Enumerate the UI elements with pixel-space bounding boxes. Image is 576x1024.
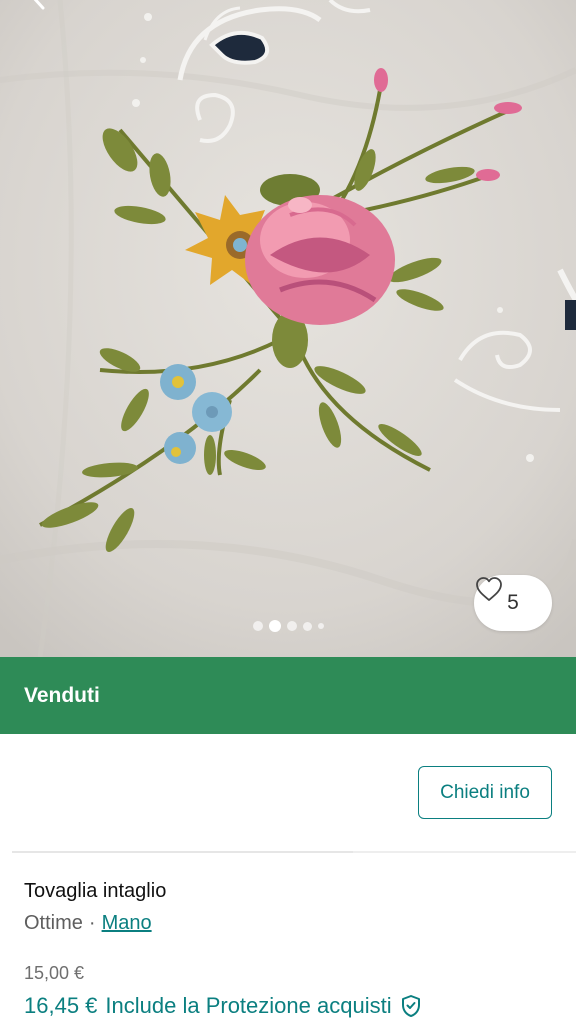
brand-link[interactable]: Mano: [102, 912, 152, 935]
divider: [12, 851, 353, 853]
pagination-dot: [252, 621, 263, 631]
heart-outline-icon: [476, 577, 502, 601]
total-price: 16,45 €: [24, 993, 98, 1018]
sold-label: Venduti: [24, 683, 100, 707]
ask-info-button[interactable]: Chiedi info: [418, 766, 552, 819]
item-price: 15,00 €: [24, 963, 85, 983]
shield-check-icon: [400, 994, 422, 1018]
chevron-left-icon: [33, 0, 45, 10]
item-title: Tovaglia intaglio: [24, 880, 167, 902]
protection-label: Include la Protezione acquisti: [105, 993, 392, 1018]
pagination-dot: [268, 620, 281, 632]
product-photo[interactable]: 5: [0, 0, 576, 657]
item-condition: Ottime: [24, 912, 83, 934]
pagination-dot: [286, 621, 297, 631]
price-with-protection[interactable]: 16,45 € Include la Protezione acquisti: [24, 993, 422, 1019]
pagination-dot: [302, 621, 312, 631]
divider: [353, 851, 576, 853]
favorite-count: 5: [507, 591, 519, 614]
separator: ·: [88, 912, 96, 934]
favorite-button[interactable]: 5: [474, 575, 552, 631]
back-button[interactable]: [24, 0, 54, 12]
sold-banner: Venduti: [0, 657, 576, 734]
item-details: Ottime · Mano: [24, 912, 152, 935]
pagination-dot: [317, 623, 324, 629]
embroidered-tablecloth-image: [0, 0, 576, 657]
